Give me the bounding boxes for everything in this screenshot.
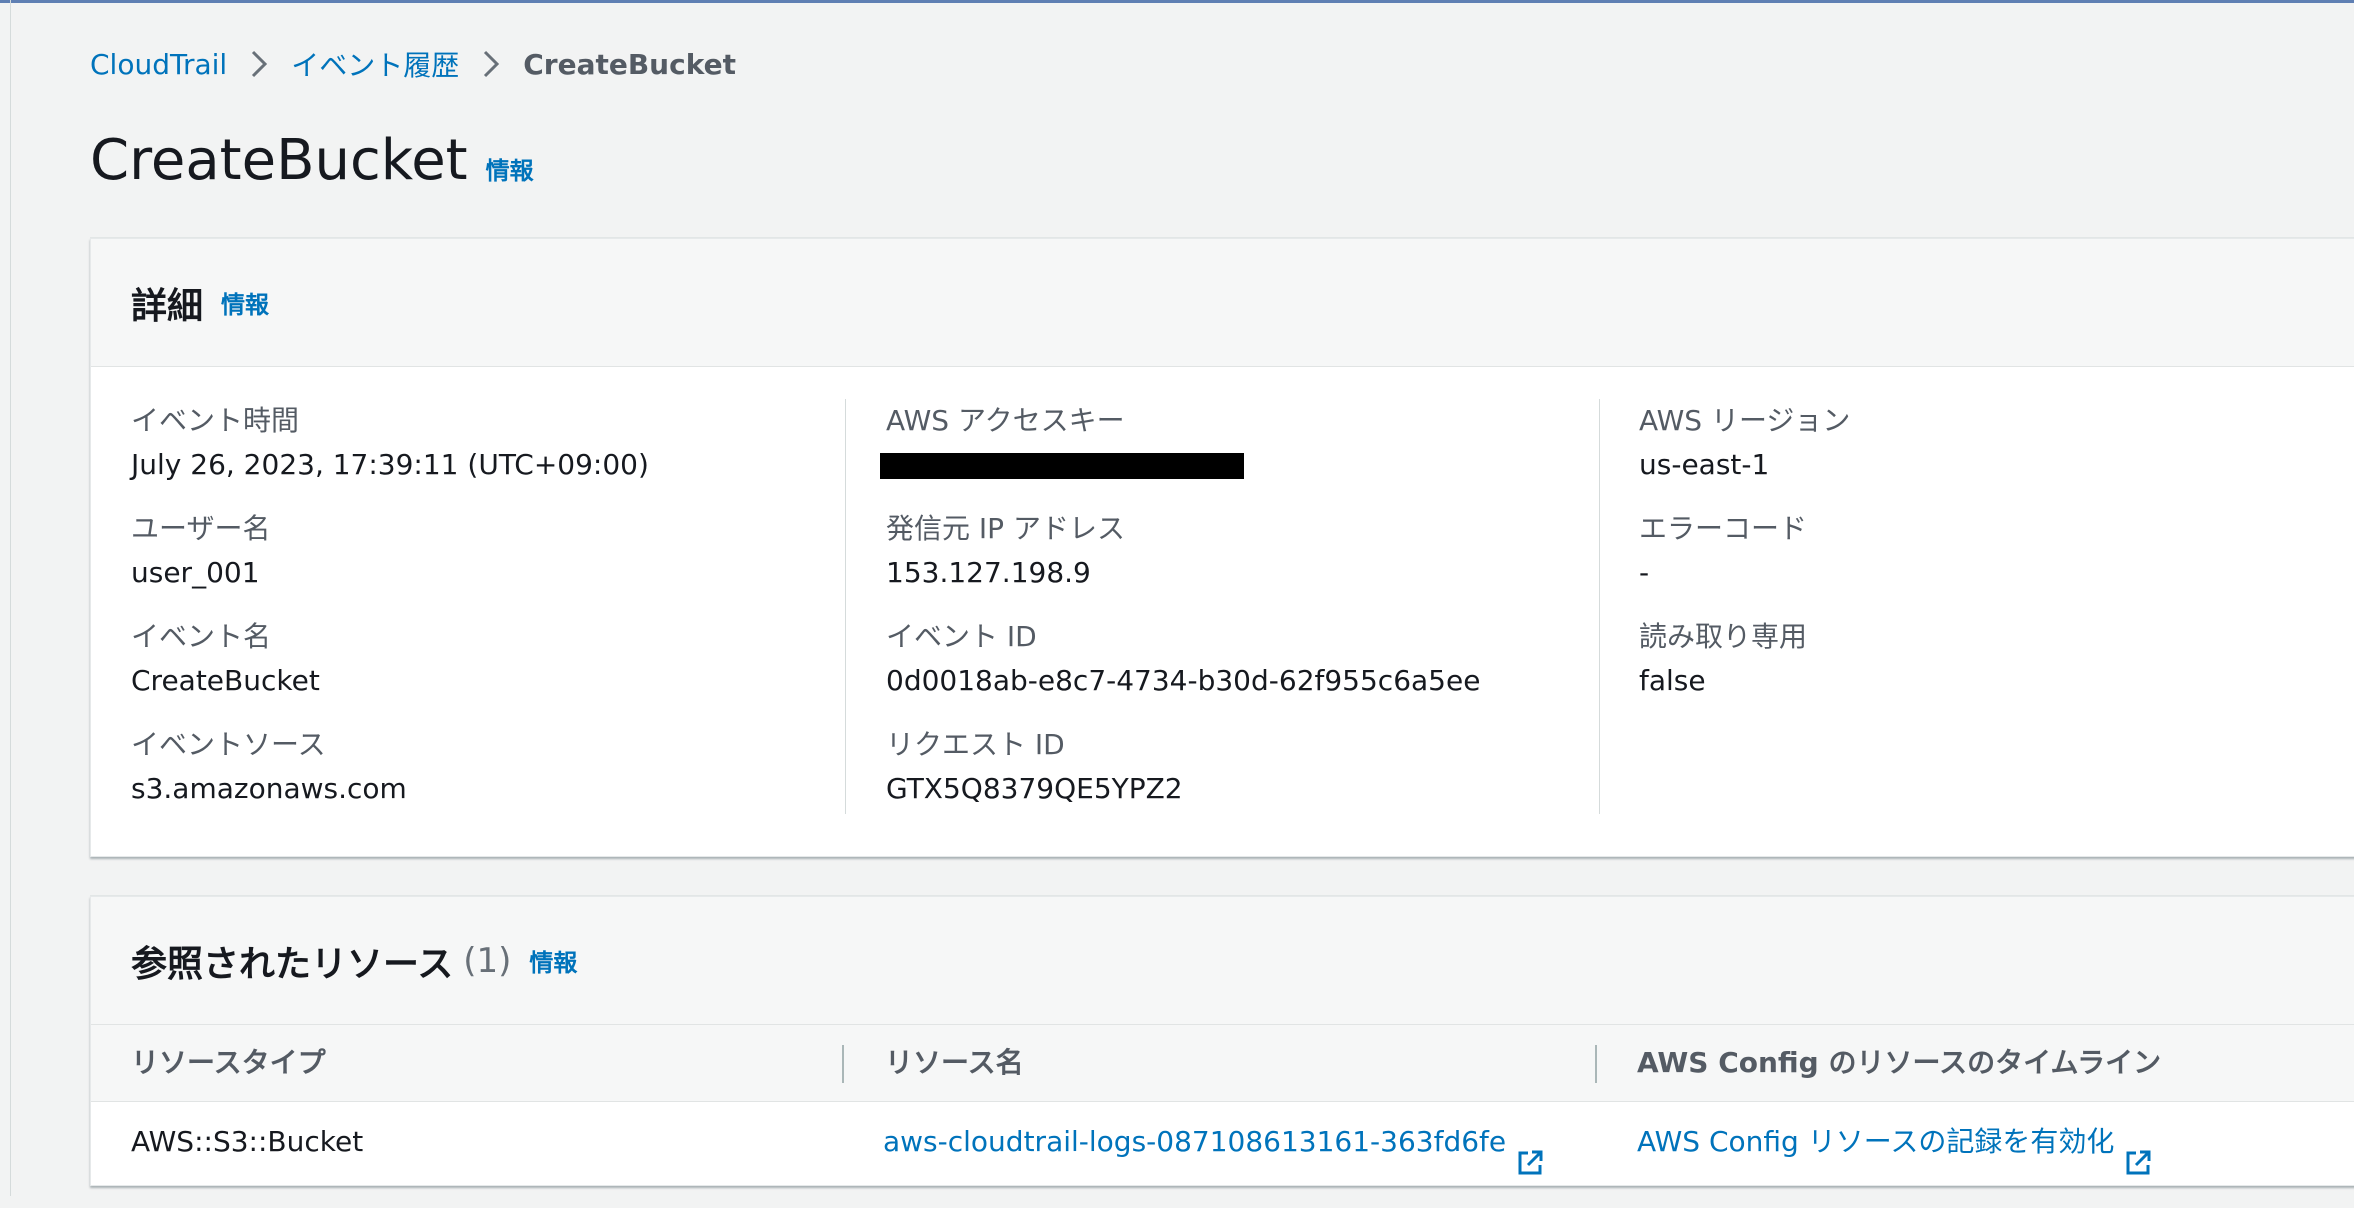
left-edge-divider [10, 0, 11, 1196]
resources-panel-header: 参照されたリソース (1) 情報 [91, 897, 2354, 1024]
user-name-value: user_001 [131, 556, 260, 589]
details-column-1: イベント時間 July 26, 2023, 17:39:11 (UTC+09:0… [131, 399, 831, 831]
region-label: AWS リージョン [1639, 404, 1851, 437]
breadcrumb-current: CreateBucket [523, 47, 736, 81]
resource-name-cell: aws-cloudtrail-logs-087108613161-363fd6f… [883, 1102, 1544, 1182]
details-panel: 詳細 情報 イベント時間 July 26, 2023, 17:39:11 (UT… [90, 238, 2354, 857]
breadcrumb: CloudTrail イベント履歴 CreateBucket [90, 44, 736, 84]
event-id-label: イベント ID [886, 620, 1037, 653]
column-header-resource-type[interactable]: リソースタイプ [131, 1025, 326, 1101]
event-time-value: July 26, 2023, 17:39:11 (UTC+09:00) [131, 448, 649, 481]
read-only-value: false [1639, 664, 1706, 697]
column-resize-handle[interactable] [842, 1045, 844, 1083]
resources-count: (1) [463, 940, 512, 981]
details-title: 詳細 [131, 285, 204, 327]
column-header-config-timeline[interactable]: AWS Config のリソースのタイムライン [1637, 1025, 2161, 1101]
event-time-label: イベント時間 [131, 404, 300, 437]
error-code-label: エラーコード [1639, 512, 1808, 545]
details-column-3: AWS リージョン us-east-1 エラーコード - 読み取り専用 fals… [1639, 399, 2339, 723]
access-key-value [880, 443, 1586, 487]
event-name-label: イベント名 [131, 620, 272, 653]
page-header: CreateBucket 情報 [90, 128, 534, 193]
external-link-icon[interactable] [2124, 1128, 2152, 1175]
breadcrumb-cloudtrail[interactable]: CloudTrail [90, 48, 227, 81]
user-name-label: ユーザー名 [131, 512, 271, 545]
resources-table-header: リソースタイプ リソース名 AWS Config のリソースのタイムライン [91, 1024, 2354, 1102]
redacted-block [880, 453, 1244, 479]
region-value: us-east-1 [1639, 448, 1770, 481]
access-key-label: AWS アクセスキー [886, 404, 1125, 437]
resources-title: 参照されたリソース [131, 943, 454, 985]
chevron-right-icon [227, 49, 291, 79]
resource-type-cell: AWS::S3::Bucket [131, 1125, 364, 1158]
resource-name-link[interactable]: aws-cloudtrail-logs-087108613161-363fd6f… [883, 1102, 1506, 1182]
details-body: イベント時間 July 26, 2023, 17:39:11 (UTC+09:0… [91, 367, 2354, 855]
request-id-label: リクエスト ID [886, 728, 1065, 761]
enable-config-recording-link[interactable]: AWS Config リソースの記録を有効化 [1637, 1102, 2114, 1182]
error-code-value: - [1639, 556, 1650, 589]
resources-info-link[interactable]: 情報 [529, 943, 577, 978]
source-ip-label: 発信元 IP アドレス [886, 512, 1125, 545]
details-column-2: AWS アクセスキー 発信元 IP アドレス 153.127.198.9 イベン… [880, 399, 1586, 831]
source-ip-value: 153.127.198.9 [886, 556, 1091, 589]
column-resize-handle[interactable] [1595, 1045, 1597, 1083]
page-info-link[interactable]: 情報 [486, 151, 534, 186]
event-name-value: CreateBucket [131, 664, 320, 697]
event-id-value: 0d0018ab-e8c7-4734-b30d-62f955c6a5ee [886, 664, 1481, 697]
table-row: AWS::S3::Bucket aws-cloudtrail-logs-0871… [91, 1102, 2354, 1182]
column-divider [845, 399, 846, 814]
external-link-icon[interactable] [1516, 1128, 1544, 1175]
read-only-label: 読み取り専用 [1639, 620, 1808, 653]
column-header-resource-name[interactable]: リソース名 [885, 1025, 1024, 1101]
details-info-link[interactable]: 情報 [221, 285, 269, 320]
breadcrumb-event-history[interactable]: イベント履歴 [291, 44, 459, 84]
config-timeline-cell: AWS Config リソースの記録を有効化 [1637, 1102, 2152, 1182]
request-id-value: GTX5Q8379QE5YPZ2 [886, 772, 1183, 805]
chevron-right-icon [459, 49, 523, 79]
page-title: CreateBucket [90, 128, 468, 193]
resources-panel: 参照されたリソース (1) 情報 リソースタイプ リソース名 AWS Confi… [90, 896, 2354, 1186]
top-accent-line [0, 0, 2354, 3]
event-source-value: s3.amazonaws.com [131, 772, 407, 805]
column-divider [1599, 399, 1600, 814]
event-source-label: イベントソース [131, 728, 326, 761]
details-panel-header: 詳細 情報 [91, 239, 2354, 367]
